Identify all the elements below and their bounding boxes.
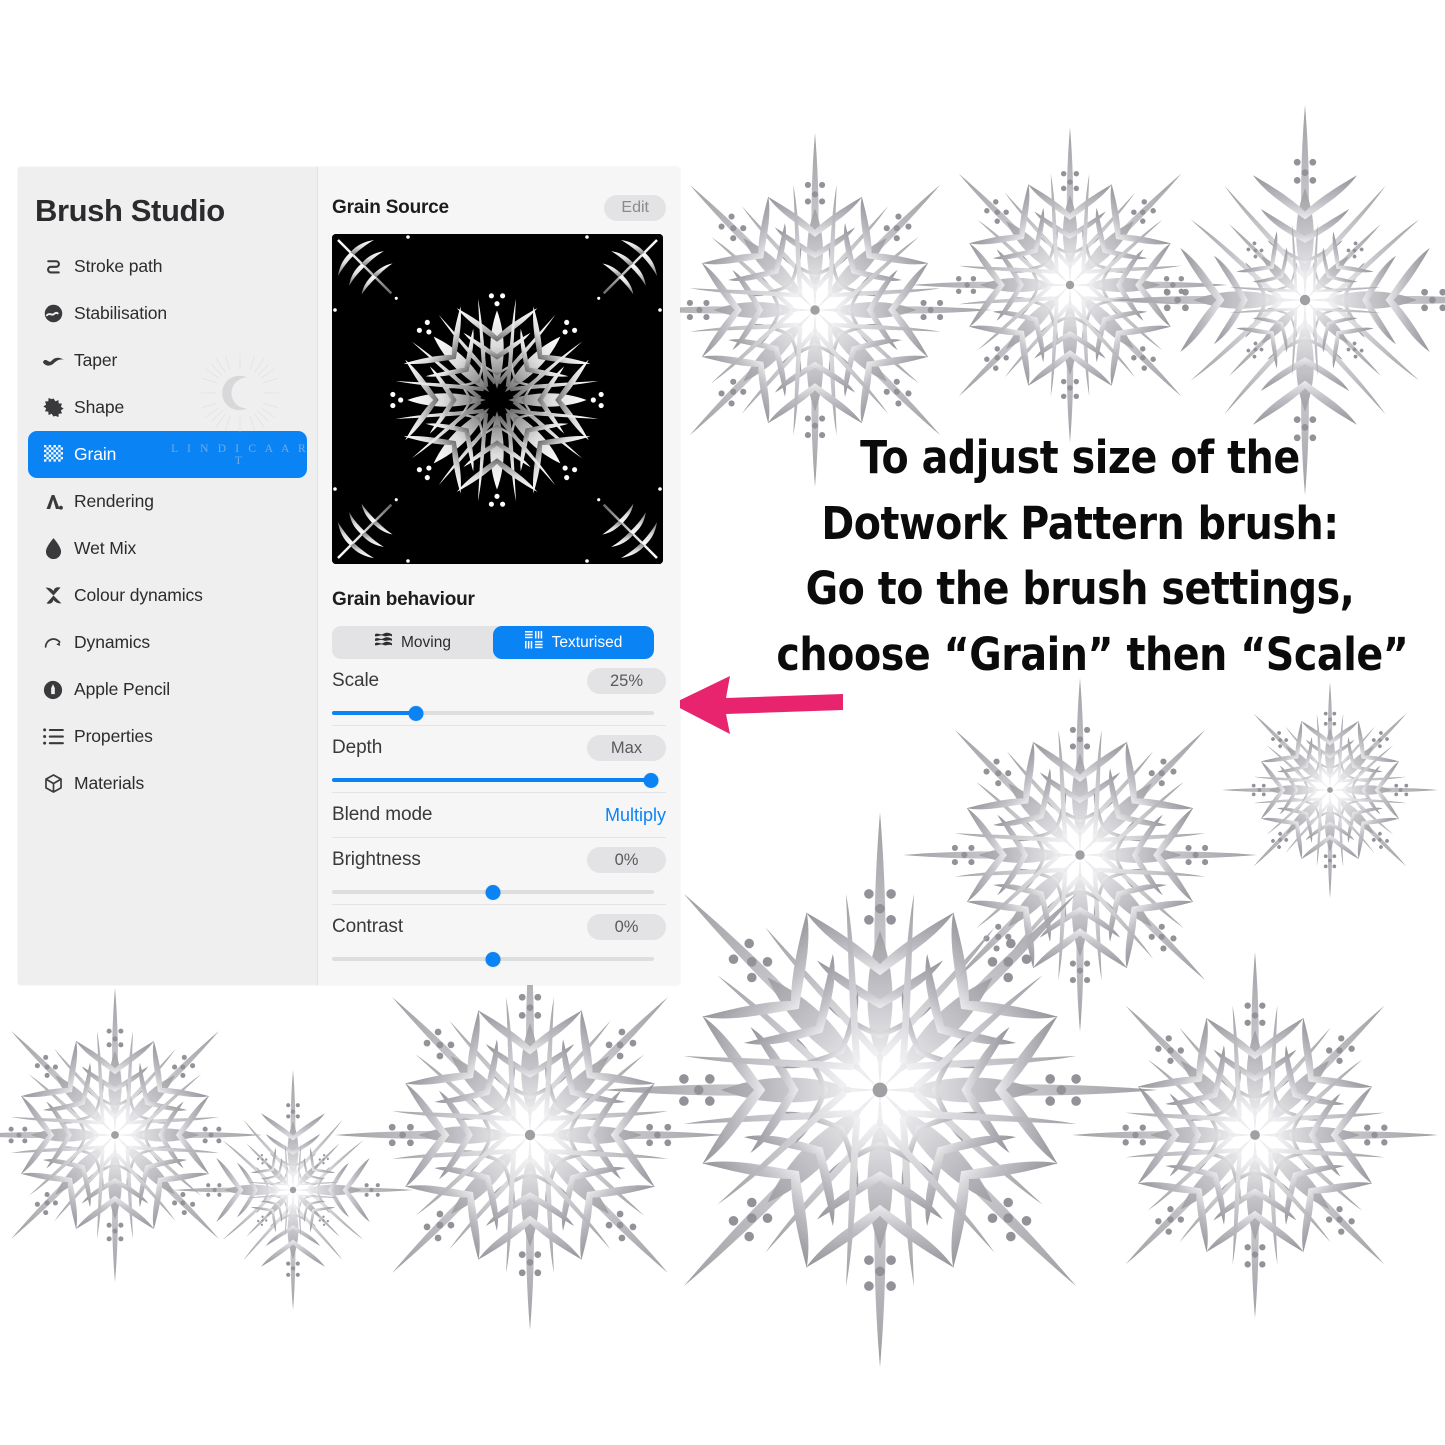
brightness-row: Brightness 0% (332, 838, 666, 882)
texturised-icon (524, 631, 544, 654)
materials-icon (36, 772, 70, 796)
rendering-icon (36, 490, 70, 514)
blend-mode-label: Blend mode (332, 804, 433, 825)
sidebar-item-label: Properties (74, 726, 153, 746)
sidebar-item-label: Materials (74, 773, 145, 793)
depth-slider[interactable] (332, 770, 659, 790)
sidebar-item-shape[interactable]: Shape (28, 384, 307, 431)
flake-bottom-right (1072, 952, 1438, 1318)
sidebar-item-label: Colour dynamics (74, 585, 203, 605)
sidebar-item-label: Taper (74, 350, 118, 370)
scale-slider-fill (332, 711, 416, 715)
mode-option-texturised[interactable]: Texturised (493, 626, 654, 659)
sidebar-item-stabilisation[interactable]: Stabilisation (28, 290, 307, 337)
brush-studio-sidebar: Brush Studio L I N D I C A A R T Stroke … (18, 167, 318, 985)
sidebar-item-label: Shape (74, 397, 125, 417)
taper-icon (36, 349, 70, 373)
sidebar-item-label: Stabilisation (74, 303, 168, 323)
sidebar-item-colour-dynamics[interactable]: Colour dynamics (28, 572, 307, 619)
flake-mid-center (903, 678, 1257, 1032)
properties-icon (36, 725, 70, 749)
flake-mid-right-small (1222, 682, 1438, 898)
stabilisation-icon (36, 302, 70, 326)
flake-big-center (603, 813, 1158, 1368)
sidebar-item-label: Apple Pencil (74, 679, 171, 699)
grain-source-header: Grain Source Edit (332, 167, 666, 225)
depth-slider-fill (332, 778, 654, 782)
mode-option-label: Moving (401, 633, 451, 651)
grain-icon (36, 443, 70, 467)
contrast-slider-thumb[interactable] (485, 951, 501, 967)
colour-dynamics-icon (36, 584, 70, 608)
sidebar-item-rendering[interactable]: Rendering (28, 478, 307, 525)
brightness-slider-thumb[interactable] (485, 884, 501, 900)
grain-source-preview[interactable] (332, 234, 663, 564)
apple-pencil-icon (36, 678, 70, 702)
pointer-arrow (670, 668, 845, 743)
grain-settings-pane: Grain Source Edit Grain behaviour Moving… (318, 167, 680, 985)
scale-label: Scale (332, 670, 380, 691)
scale-value[interactable]: 25% (587, 667, 666, 695)
scale-row: Scale 25% (332, 659, 666, 703)
shape-icon (36, 396, 70, 420)
flake-top-mid (913, 128, 1228, 443)
page-title: Brush Studio (35, 193, 225, 228)
brightness-slider[interactable] (332, 882, 654, 902)
stroke-path-icon (36, 255, 70, 279)
moving-icon (374, 632, 393, 653)
sidebar-item-properties[interactable]: Properties (28, 713, 307, 760)
depth-label: Depth (332, 737, 383, 758)
instruction-line-2: Dotwork Pattern brush: (821, 496, 1339, 550)
flake-bottom-left (0, 988, 262, 1282)
scale-slider-thumb[interactable] (408, 705, 424, 721)
brightness-value[interactable]: 0% (587, 846, 666, 874)
instruction-text: To adjust size of the Dotwork Pattern br… (776, 425, 1409, 688)
depth-row: Depth Max (332, 726, 666, 770)
depth-value[interactable]: Max (587, 734, 666, 762)
contrast-slider[interactable] (332, 949, 654, 969)
sidebar-item-label: Rendering (74, 491, 154, 511)
instruction-line-3: Go to the brush settings, (805, 562, 1355, 616)
sidebar-item-stroke-path[interactable]: Stroke path (28, 243, 307, 290)
grain-source-title: Grain Source (332, 197, 449, 218)
brightness-label: Brightness (332, 849, 421, 870)
mode-option-moving[interactable]: Moving (332, 626, 493, 659)
brush-settings-nav: Stroke path Stabilisation Taper Shape Gr… (18, 243, 317, 807)
depth-slider-thumb[interactable] (643, 772, 659, 788)
instruction-line-4: choose “Grain” then “Scale” (776, 628, 1409, 682)
blend-mode-row[interactable]: Blend mode Multiply (332, 793, 666, 838)
contrast-label: Contrast (332, 916, 404, 937)
flake-bottom-left-small (173, 1070, 413, 1310)
contrast-value[interactable]: 0% (587, 913, 666, 941)
sidebar-item-label: Stroke path (74, 256, 163, 276)
sidebar-item-materials[interactable]: Materials (28, 760, 307, 807)
contrast-row: Contrast 0% (332, 905, 666, 949)
sidebar-item-grain[interactable]: Grain (28, 431, 307, 478)
blend-mode-value[interactable]: Multiply (605, 805, 666, 826)
sidebar-item-taper[interactable]: Taper (28, 337, 307, 384)
sidebar-item-label: Dynamics (74, 632, 151, 652)
dynamics-icon (36, 631, 70, 655)
wet-mix-icon (36, 537, 70, 561)
mode-option-label: Texturised (551, 633, 623, 651)
brush-studio-panel: Brush Studio L I N D I C A A R T Stroke … (18, 167, 680, 985)
sidebar-item-label: Grain (74, 444, 117, 464)
grain-behaviour-mode-toggle[interactable]: Moving Texturised (332, 626, 654, 659)
scale-slider[interactable] (332, 703, 654, 723)
edit-button[interactable]: Edit (604, 195, 666, 221)
flake-bottom-mid (335, 940, 725, 1330)
sidebar-item-wet-mix[interactable]: Wet Mix (28, 525, 307, 572)
grain-behaviour-title: Grain behaviour (332, 589, 475, 610)
sidebar-item-apple-pencil[interactable]: Apple Pencil (28, 666, 307, 713)
sidebar-item-label: Wet Mix (74, 538, 137, 558)
instruction-line-1: To adjust size of the (860, 431, 1300, 484)
sidebar-item-dynamics[interactable]: Dynamics (28, 619, 307, 666)
